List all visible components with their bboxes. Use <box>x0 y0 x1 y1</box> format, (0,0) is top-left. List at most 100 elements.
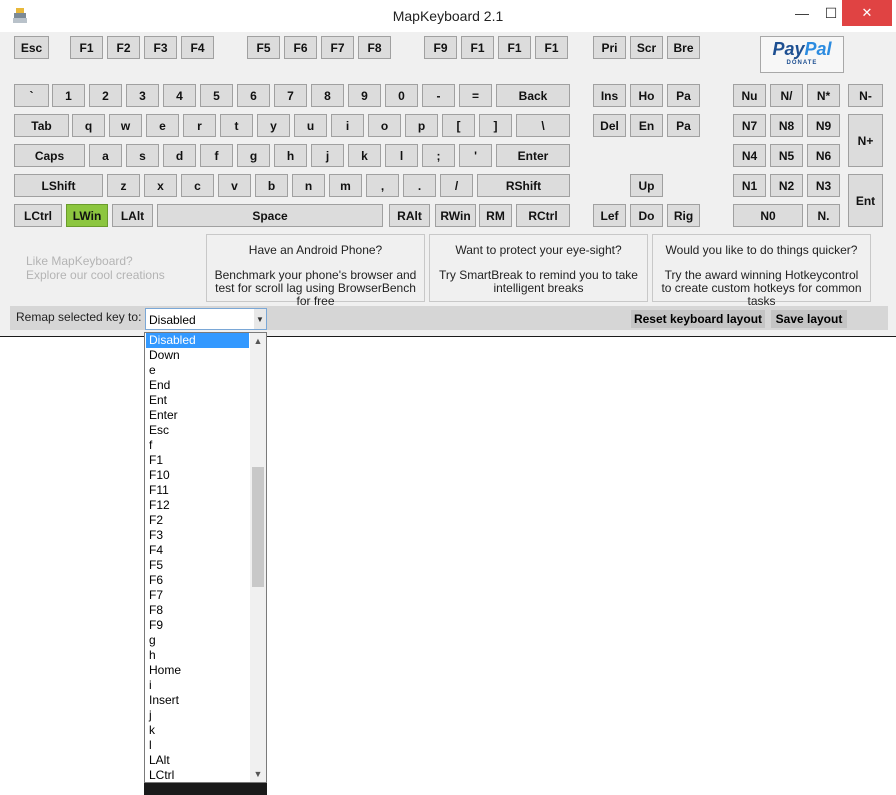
dropdown-option[interactable]: F9 <box>146 618 249 633</box>
key-f1[interactable]: F1 <box>498 36 531 59</box>
dropdown-option[interactable]: Insert <box>146 693 249 708</box>
key-f9[interactable]: F9 <box>424 36 457 59</box>
key-z[interactable]: z <box>107 174 140 197</box>
promo-smartbreak[interactable]: Want to protect your eye-sight? Try Smar… <box>429 234 648 302</box>
key-n9[interactable]: N9 <box>807 114 840 137</box>
key-rctrl[interactable]: RCtrl <box>516 204 570 227</box>
key-9[interactable]: 9 <box>348 84 381 107</box>
key-8[interactable]: 8 <box>311 84 344 107</box>
key-nx2e[interactable]: N. <box>807 204 840 227</box>
key-3[interactable]: 3 <box>126 84 159 107</box>
reset-keyboard-layout-button[interactable]: Reset keyboard layout <box>631 310 765 328</box>
key-0[interactable]: 0 <box>385 84 418 107</box>
dropdown-option[interactable]: Esc <box>146 423 249 438</box>
key-space[interactable]: Space <box>157 204 383 227</box>
key-rshift[interactable]: RShift <box>477 174 570 197</box>
key-n8[interactable]: N8 <box>770 114 803 137</box>
key-x5b[interactable]: [ <box>442 114 475 137</box>
key-n3[interactable]: N3 <box>807 174 840 197</box>
dropdown-option[interactable]: g <box>146 633 249 648</box>
key-n0[interactable]: N0 <box>733 204 803 227</box>
dropdown-option[interactable]: F6 <box>146 573 249 588</box>
key-ho[interactable]: Ho <box>630 84 663 107</box>
key-f2[interactable]: F2 <box>107 36 140 59</box>
key-tab[interactable]: Tab <box>14 114 69 137</box>
key-x5c[interactable]: \ <box>516 114 570 137</box>
minimize-button[interactable]: — <box>787 0 817 26</box>
key-l[interactable]: l <box>385 144 418 167</box>
key-e[interactable]: e <box>146 114 179 137</box>
scroll-down-icon[interactable]: ▼ <box>250 766 266 782</box>
dropdown-option[interactable]: f <box>146 438 249 453</box>
key-x2e[interactable]: . <box>403 174 436 197</box>
save-layout-button[interactable]: Save layout <box>771 310 847 328</box>
close-button[interactable]: ✕ <box>842 0 892 26</box>
key-pa[interactable]: Pa <box>667 114 700 137</box>
key-f[interactable]: f <box>200 144 233 167</box>
dropdown-option[interactable]: i <box>146 678 249 693</box>
key-ralt[interactable]: RAlt <box>389 204 430 227</box>
key-n2[interactable]: N2 <box>770 174 803 197</box>
dropdown-option[interactable]: Disabled <box>146 333 249 348</box>
key-f5[interactable]: F5 <box>247 36 280 59</box>
key-rm[interactable]: RM <box>479 204 512 227</box>
dropdown-option[interactable]: End <box>146 378 249 393</box>
key-f4[interactable]: F4 <box>181 36 214 59</box>
key-rwin[interactable]: RWin <box>435 204 476 227</box>
key-2[interactable]: 2 <box>89 84 122 107</box>
key-f3[interactable]: F3 <box>144 36 177 59</box>
key-lctrl[interactable]: LCtrl <box>14 204 62 227</box>
key-del[interactable]: Del <box>593 114 626 137</box>
key-lef[interactable]: Lef <box>593 204 626 227</box>
key-o[interactable]: o <box>368 114 401 137</box>
key-lwin[interactable]: LWin <box>66 204 108 227</box>
key-x3b[interactable]: ; <box>422 144 455 167</box>
key-enter[interactable]: Enter <box>496 144 570 167</box>
dropdown-option[interactable]: Down <box>146 348 249 363</box>
key-4[interactable]: 4 <box>163 84 196 107</box>
key-7[interactable]: 7 <box>274 84 307 107</box>
dropdown-option[interactable]: Enter <box>146 408 249 423</box>
key-bre[interactable]: Bre <box>667 36 700 59</box>
remap-select[interactable]: Disabled ▼ <box>145 308 267 330</box>
key-f6[interactable]: F6 <box>284 36 317 59</box>
dropdown-option[interactable]: j <box>146 708 249 723</box>
key-x5d[interactable]: ] <box>479 114 512 137</box>
key-c[interactable]: c <box>181 174 214 197</box>
key-n7[interactable]: N7 <box>733 114 766 137</box>
chevron-down-icon[interactable]: ▼ <box>254 309 266 329</box>
dropdown-option[interactable]: e <box>146 363 249 378</box>
dropdown-option[interactable]: F5 <box>146 558 249 573</box>
key-n[interactable]: n <box>292 174 325 197</box>
dropdown-option[interactable]: F7 <box>146 588 249 603</box>
key-5[interactable]: 5 <box>200 84 233 107</box>
key-nu[interactable]: Nu <box>733 84 766 107</box>
dropdown-option[interactable]: Home <box>146 663 249 678</box>
dropdown-option[interactable]: k <box>146 723 249 738</box>
key-x2d[interactable]: - <box>422 84 455 107</box>
remap-dropdown-list[interactable]: Disabled Down e End Ent Enter Esc f F1 F10 F11 F12 F… <box>144 332 267 783</box>
key-esc[interactable]: Esc <box>14 36 49 59</box>
key-b[interactable]: b <box>255 174 288 197</box>
key-back[interactable]: Back <box>496 84 570 107</box>
dropdown-option[interactable]: F3 <box>146 528 249 543</box>
key-h[interactable]: h <box>274 144 307 167</box>
key-w[interactable]: w <box>109 114 142 137</box>
key-q[interactable]: q <box>72 114 105 137</box>
key-p[interactable]: p <box>405 114 438 137</box>
key-x27[interactable]: ' <box>459 144 492 167</box>
dropdown-option[interactable]: F11 <box>146 483 249 498</box>
dropdown-option[interactable]: LAlt <box>146 753 249 768</box>
key-g[interactable]: g <box>237 144 270 167</box>
key-en[interactable]: En <box>630 114 663 137</box>
key-do[interactable]: Do <box>630 204 663 227</box>
key-ins[interactable]: Ins <box>593 84 626 107</box>
like-mapkeyboard-link[interactable]: Like MapKeyboard? Explore our cool creat… <box>26 254 165 282</box>
key-nx2f[interactable]: N/ <box>770 84 803 107</box>
key-lalt[interactable]: LAlt <box>112 204 153 227</box>
key-y[interactable]: y <box>257 114 290 137</box>
key-nx2b[interactable]: N+ <box>848 114 883 167</box>
key-nx2a[interactable]: N* <box>807 84 840 107</box>
key-x2c[interactable]: , <box>366 174 399 197</box>
dropdown-option[interactable]: F4 <box>146 543 249 558</box>
